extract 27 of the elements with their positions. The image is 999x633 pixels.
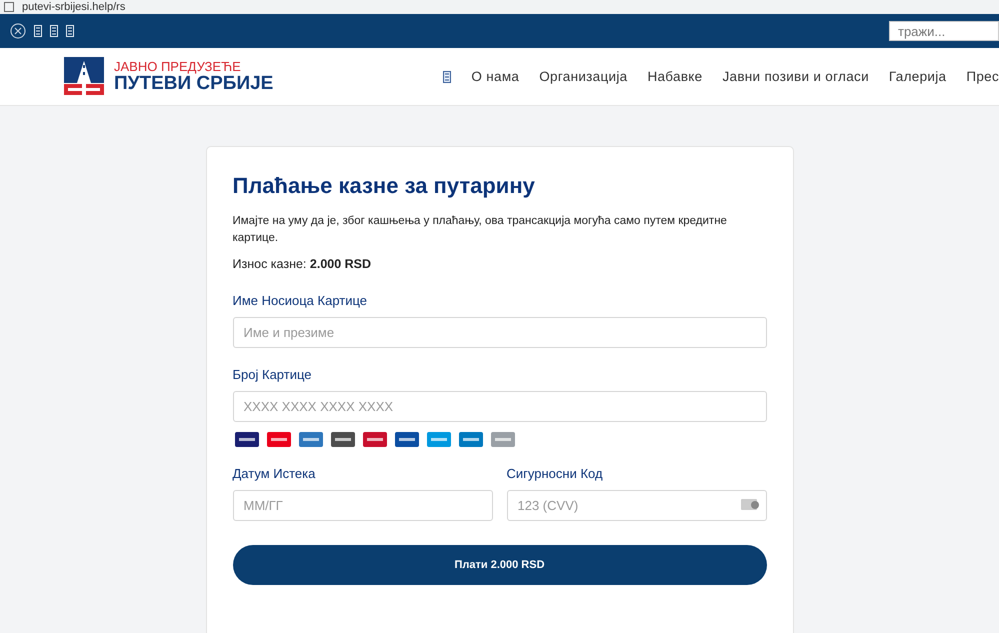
amount-text: Износ казне: 2.000 RSD	[232, 257, 372, 271]
input-field[interactable]: XXXX XXXX XXXX XXXX	[232, 391, 766, 422]
pay-button[interactable]: Плати 2.000 RSD	[232, 545, 766, 585]
form-title: Плаћање казне за путарину	[232, 173, 536, 199]
field-label: Сигурносни Код	[506, 466, 604, 481]
logo-title: ПУТЕВИ СРБИЈЕ	[114, 74, 274, 93]
search-field[interactable]: тражи...	[889, 21, 999, 41]
nav-link[interactable]: Организација	[539, 69, 628, 84]
nav-link[interactable]: Прес	[966, 69, 999, 84]
field-label: Датум Истека	[232, 466, 316, 481]
nav-link[interactable]: Јавни позиви и огласи	[722, 69, 869, 84]
field-label: Број Картице	[232, 367, 312, 382]
input-field[interactable]: ММ/ГГ	[232, 490, 492, 521]
notice-text: Имајте на уму да је, због кашњења у плаћању, ова трансакција могућа само путем кредитне картице.	[232, 214, 728, 246]
field-label: Име Носиоца Картице	[232, 293, 368, 308]
logo-icon	[62, 56, 106, 96]
input-field[interactable]: 123 (CVV)	[506, 490, 766, 521]
nav-link[interactable]: Галерија	[888, 69, 946, 84]
url-text[interactable]: putevi-srbijesi.help/rs	[22, 0, 126, 14]
input-field[interactable]: Име и презиме	[232, 317, 766, 348]
logo-subtitle: ЈАВНО ПРЕДУЗЕЋЕ	[114, 60, 242, 74]
card-icon	[740, 499, 758, 511]
x-icon[interactable]	[10, 23, 26, 39]
badge-icon[interactable]	[443, 70, 452, 82]
nav-link[interactable]: Набавке	[647, 69, 702, 84]
nav-link[interactable]: О нама	[471, 69, 520, 84]
page-icon	[4, 2, 14, 12]
